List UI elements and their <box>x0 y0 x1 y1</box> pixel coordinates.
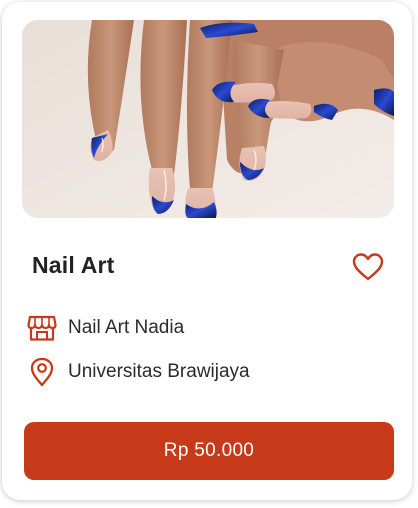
favorite-button[interactable] <box>351 251 385 283</box>
storefront-icon <box>26 313 58 343</box>
product-title: Nail Art <box>32 252 115 278</box>
heart-outline-icon <box>352 253 384 281</box>
price-button[interactable]: Rp 50.000 <box>24 422 394 480</box>
map-pin-icon <box>26 357 58 387</box>
location-row: Universitas Brawijaya <box>26 357 250 387</box>
product-card[interactable]: Nail Art Nail Art Nadia Universitas Braw… <box>2 2 412 500</box>
shop-row: Nail Art Nadia <box>26 313 184 343</box>
product-image <box>22 20 394 218</box>
location-text: Universitas Brawijaya <box>68 361 250 382</box>
price-label: Rp 50.000 <box>163 440 255 461</box>
shop-name: Nail Art Nadia <box>68 317 185 338</box>
